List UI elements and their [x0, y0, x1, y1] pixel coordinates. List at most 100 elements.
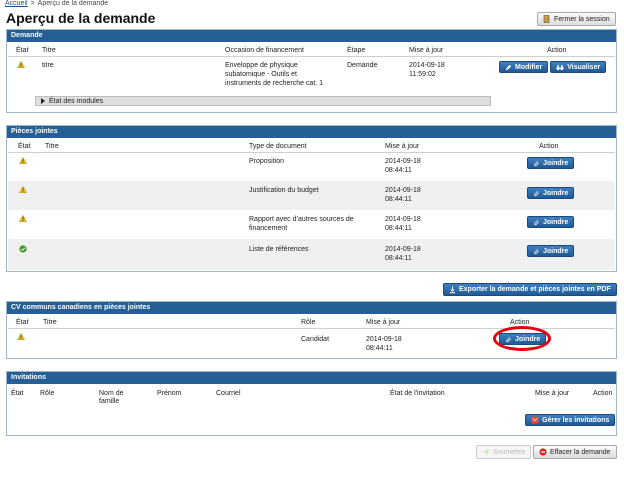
cv-date: 2014-09-18 — [366, 336, 402, 343]
warning-icon — [19, 185, 27, 196]
manage-invitations-wrap: Gérer les invitations — [525, 414, 616, 427]
invitation-icon — [531, 416, 539, 424]
breadcrumb-current: Aperçu de la demande — [37, 0, 109, 7]
col-etat-invitation: État de l'invitation — [390, 390, 445, 397]
door-icon — [543, 15, 550, 23]
attachment-updated: 2014-09-18 08:44:11 — [385, 157, 421, 175]
cv-time: 08:44:11 — [366, 345, 393, 352]
col-maj: Mise à jour — [366, 319, 401, 326]
attachment-date: 2014-09-18 — [385, 158, 421, 165]
demande-titre: titre — [42, 62, 54, 69]
cv-role: Candidat — [301, 336, 330, 343]
col-action: Action — [510, 319, 530, 326]
col-etape: Étape — [347, 47, 366, 54]
document-type-line: Rapport avec d’autres sources de — [249, 216, 354, 223]
attachment-date: 2014-09-18 — [385, 216, 421, 223]
col-prenom: Prénom — [157, 390, 182, 397]
attach-button-wrap: Joindre — [527, 245, 575, 258]
joindre-button[interactable]: Joindre — [527, 245, 575, 257]
close-session-label: Fermer la session — [554, 15, 610, 23]
attachment-updated: 2014-09-18 08:44:11 — [385, 186, 421, 204]
paperclip-icon — [534, 248, 540, 254]
manage-invitations-button[interactable]: Gérer les invitations — [525, 414, 616, 426]
close-session-button[interactable]: Fermer la session — [537, 12, 616, 26]
joindre-button[interactable]: Joindre — [527, 157, 575, 169]
paperclip-icon — [534, 160, 540, 166]
submit-button[interactable]: Soumettre — [476, 445, 532, 459]
export-pdf-button[interactable]: Exporter la demande et pièces jointes en… — [443, 283, 617, 296]
page-title: Aperçu de la demande — [6, 10, 156, 26]
col-maj: Mise à jour — [535, 390, 570, 397]
visualiser-button[interactable]: Visualiser — [550, 61, 607, 73]
attachment-date: 2014-09-18 — [385, 246, 421, 253]
document-type: Liste de références — [249, 246, 309, 253]
joindre-button[interactable]: Joindre — [527, 216, 575, 228]
joindre-label: Joindre — [543, 159, 569, 167]
col-type: Type de document — [249, 143, 307, 150]
delete-application-label: Effacer la demande — [550, 448, 611, 456]
attachments-panel-title: Pièces jointes — [7, 126, 616, 138]
highlight-circle — [493, 326, 551, 351]
col-etat: État — [18, 143, 31, 150]
modifier-button[interactable]: Modifier — [499, 61, 549, 73]
attachment-updated: 2014-09-18 08:44:11 — [385, 245, 421, 263]
divider — [8, 56, 615, 57]
col-action: Action — [593, 390, 613, 397]
delete-icon — [539, 448, 547, 456]
demande-updated: 2014-09-18 11:59:02 — [409, 61, 445, 79]
table-row-background — [8, 239, 615, 270]
demande-actions: Modifier Visualiser — [499, 61, 607, 73]
attachment-time: 08:44:11 — [385, 167, 412, 174]
joindre-button[interactable]: Joindre — [527, 187, 575, 199]
demande-occasion-line: Enveloppe de physique — [225, 62, 298, 69]
attachments-panel: Pièces jointes État Titre Type de docume… — [6, 125, 617, 272]
col-courriel: Courriel — [216, 390, 241, 397]
binoculars-icon — [556, 64, 564, 70]
paperclip-icon — [534, 219, 540, 225]
warning-icon — [17, 60, 25, 71]
demande-occasion-line: subatomique - Outils et — [225, 71, 297, 78]
edit-icon — [505, 64, 512, 70]
paperclip-icon — [534, 190, 540, 196]
divider — [8, 152, 615, 153]
warning-icon — [19, 156, 27, 167]
col-titre: Titre — [45, 143, 59, 150]
cv-updated: 2014-09-18 08:44:11 — [366, 335, 402, 353]
warning-icon — [19, 214, 27, 225]
modules-status-toggle[interactable]: État des modules — [35, 96, 491, 106]
col-maj: Mise à jour — [409, 47, 444, 54]
demande-occasion-line: instruments de recherche cat. 1 — [225, 80, 324, 87]
demande-panel-title: Demande — [7, 30, 616, 42]
col-nom: Nom de famille — [99, 390, 124, 406]
attachment-time: 08:44:11 — [385, 225, 412, 232]
col-etat: État — [16, 47, 29, 54]
submit-icon — [482, 448, 490, 456]
check-circle-icon — [19, 245, 27, 256]
attach-button-wrap: Joindre — [527, 187, 575, 200]
col-role: Rôle — [40, 390, 55, 397]
invitations-panel: Invitations État Rôle Nom de famille Pré… — [6, 371, 617, 436]
joindre-label: Joindre — [543, 247, 569, 255]
attachment-time: 08:44:11 — [385, 255, 412, 262]
breadcrumb-home-link[interactable]: Accueil — [5, 0, 28, 7]
demande-etape: Demande — [347, 62, 378, 69]
document-type: Rapport avec d’autres sources de finance… — [249, 215, 354, 233]
demande-occasion: Enveloppe de physique subatomique - Outi… — [225, 61, 323, 88]
demande-date: 2014-09-18 — [409, 62, 445, 69]
col-titre: Titre — [42, 47, 56, 54]
col-nom-line: famille — [99, 398, 120, 405]
col-nom-line: Nom de — [99, 390, 124, 397]
cv-panel-title: CV communs canadiens en pièces jointes — [7, 302, 616, 314]
attachment-time: 08:44:11 — [385, 196, 412, 203]
col-titre: Titre — [43, 319, 57, 326]
col-maj: Mise à jour — [385, 143, 420, 150]
document-type: Justification du budget — [249, 187, 319, 194]
modules-status-label: État des modules — [49, 97, 104, 105]
delete-application-button[interactable]: Effacer la demande — [533, 445, 617, 459]
col-occasion: Occasion de financement — [225, 47, 304, 54]
demande-time: 11:59:02 — [409, 71, 436, 78]
export-pdf-label: Exporter la demande et pièces jointes en… — [459, 286, 611, 293]
visualiser-label: Visualiser — [567, 63, 601, 71]
col-etat: État — [16, 319, 29, 326]
submit-label: Soumettre — [493, 448, 526, 456]
